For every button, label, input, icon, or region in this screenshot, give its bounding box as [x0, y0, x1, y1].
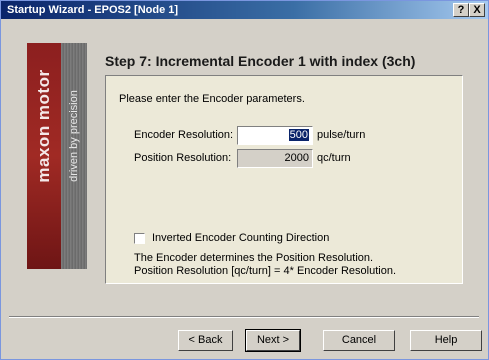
close-button[interactable]: X [469, 3, 485, 17]
encoder-resolution-value: 500 [288, 129, 309, 141]
cancel-button[interactable]: Cancel [323, 330, 395, 351]
brand-tagline: driven by precision [68, 90, 80, 182]
window-title: Startup Wizard - EPOS2 [Node 1] [7, 4, 179, 16]
footer-separator [9, 316, 479, 318]
step-title: Step 7: Incremental Encoder 1 with index… [105, 53, 416, 69]
wizard-window: Startup Wizard - EPOS2 [Node 1] ? X maxo… [0, 0, 489, 360]
inverted-direction-checkbox[interactable] [134, 232, 145, 244]
position-resolution-label: Position Resolution: [134, 152, 232, 164]
encoder-resolution-unit: pulse/turn [317, 129, 366, 141]
prompt-text: Please enter the Encoder parameters. [119, 93, 305, 105]
encoder-resolution-input[interactable]: 500 [237, 126, 313, 145]
back-button[interactable]: < Back [178, 330, 233, 351]
help-button[interactable]: Help [410, 330, 482, 351]
info-line-2: Position Resolution [qc/turn] = 4* Encod… [134, 265, 397, 277]
next-button[interactable]: Next > [245, 329, 301, 352]
position-resolution-unit: qc/turn [317, 152, 351, 164]
brand-tagline-panel: driven by precision [61, 43, 87, 269]
inverted-direction-label: Inverted Encoder Counting Direction [152, 232, 330, 244]
help-title-button[interactable]: ? [453, 3, 469, 17]
brand-banner: maxon motor driven by precision [27, 43, 87, 269]
info-text: The Encoder determines the Position Reso… [134, 252, 396, 278]
brand-name: maxon motor [34, 69, 53, 183]
encoder-resolution-label: Encoder Resolution: [134, 129, 234, 141]
inverted-direction-option[interactable]: Inverted Encoder Counting Direction [134, 232, 329, 244]
position-resolution-field: 2000 [237, 149, 313, 168]
title-bar[interactable]: Startup Wizard - EPOS2 [Node 1] ? X [1, 1, 488, 19]
info-line-1: The Encoder determines the Position Reso… [134, 252, 374, 264]
brand-logo-panel: maxon motor [27, 43, 61, 269]
